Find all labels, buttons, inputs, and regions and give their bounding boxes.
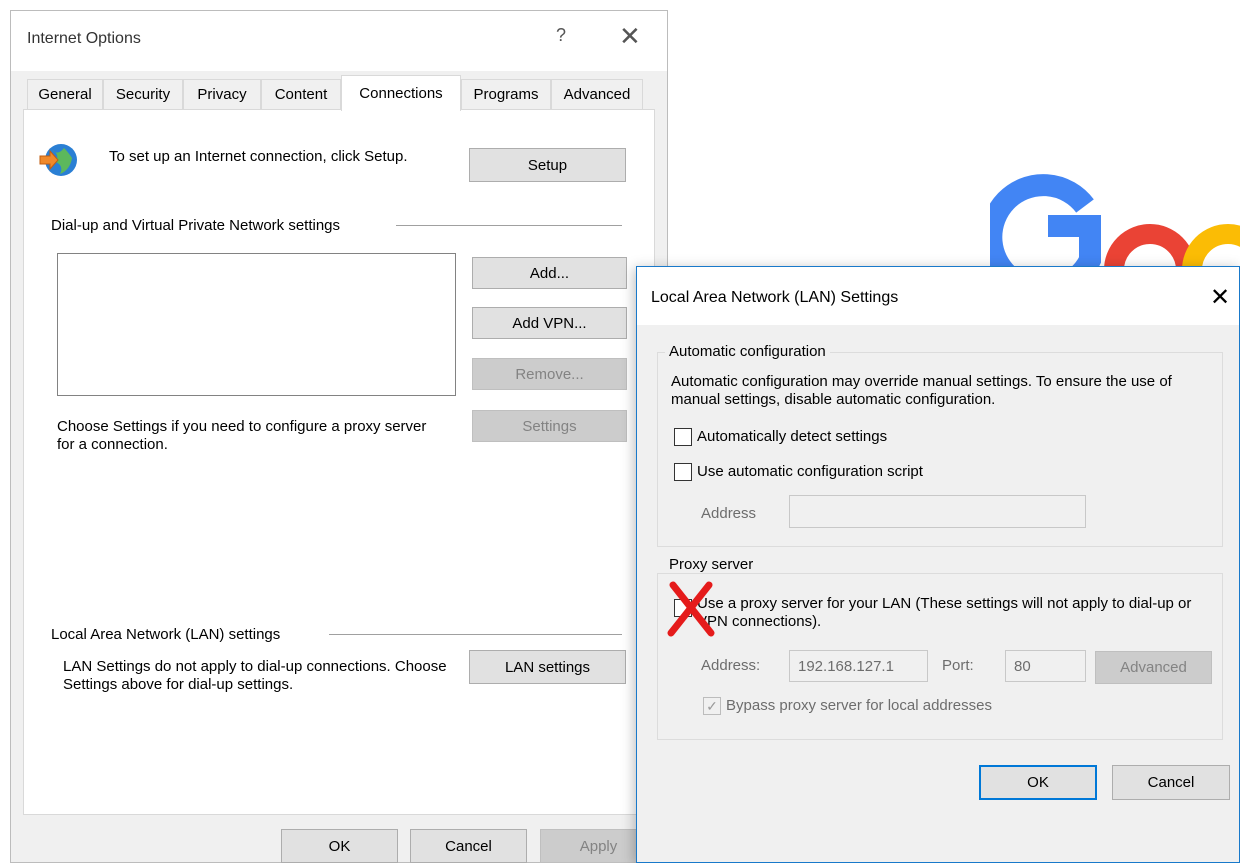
close-icon[interactable]: ✕ — [1210, 283, 1230, 312]
lan-settings-heading: Local Area Network (LAN) settings — [51, 626, 281, 643]
script-address-field[interactable] — [789, 495, 1086, 528]
tab-privacy[interactable]: Privacy — [183, 79, 261, 109]
lan-description: LAN Settings do not apply to dial-up con… — [63, 658, 447, 693]
port-field[interactable]: 80 — [1005, 650, 1086, 682]
connections-list[interactable] — [57, 253, 456, 396]
close-icon[interactable]: ✕ — [619, 21, 641, 52]
auto-script-label: Use automatic configuration script — [697, 463, 923, 480]
auto-detect-label: Automatically detect settings — [697, 428, 888, 445]
port-label: Port: — [942, 657, 974, 674]
proxy-address-label: Address: — [701, 657, 761, 674]
auto-script-checkbox[interactable] — [674, 463, 692, 481]
connections-panel: To set up an Internet connection, click … — [23, 109, 655, 815]
lan-ok-button[interactable]: OK — [979, 765, 1097, 800]
script-address-label: Address — [701, 505, 757, 522]
proxy-server-label: Proxy server — [665, 556, 758, 573]
io-cancel-button[interactable]: Cancel — [410, 829, 527, 863]
io-title-bar: Internet Options ? ✕ — [11, 11, 667, 71]
setup-description: To set up an Internet connection, click … — [109, 148, 408, 165]
auto-config-description: Automatic configuration may override man… — [671, 373, 1172, 408]
lan-settings-dialog: Local Area Network (LAN) Settings ✕ Auto… — [636, 266, 1240, 863]
lan-dialog-title: Local Area Network (LAN) Settings — [651, 289, 899, 306]
globe-icon — [38, 140, 78, 180]
setup-button[interactable]: Setup — [469, 148, 626, 182]
red-x-annotation-icon — [667, 581, 715, 637]
lan-cancel-button[interactable]: Cancel — [1112, 765, 1230, 800]
auto-config-label: Automatic configuration — [665, 343, 830, 360]
add-button[interactable]: Add... — [472, 257, 627, 289]
internet-options-window: Internet Options ? ✕ General Security Pr… — [10, 10, 668, 863]
bypass-label: Bypass proxy server for local addresses — [726, 697, 992, 714]
bypass-checkbox[interactable]: ✓ — [703, 697, 721, 715]
settings-description: Choose Settings if you need to configure… — [57, 418, 427, 453]
use-proxy-label: Use a proxy server for your LAN (These s… — [697, 595, 1192, 630]
dialup-vpn-heading: Dial-up and Virtual Private Network sett… — [51, 217, 341, 234]
google-logo-fragment — [990, 168, 1240, 278]
advanced-button[interactable]: Advanced — [1095, 651, 1212, 684]
tab-connections[interactable]: Connections — [341, 75, 461, 111]
lan-title-bar: Local Area Network (LAN) Settings ✕ — [637, 267, 1239, 325]
proxy-address-field[interactable]: 192.168.127.1 — [789, 650, 928, 682]
auto-detect-checkbox[interactable] — [674, 428, 692, 446]
settings-button[interactable]: Settings — [472, 410, 627, 442]
add-vpn-button[interactable]: Add VPN... — [472, 307, 627, 339]
tab-programs[interactable]: Programs — [461, 79, 551, 109]
io-ok-button[interactable]: OK — [281, 829, 398, 863]
tab-content[interactable]: Content — [261, 79, 341, 109]
remove-button[interactable]: Remove... — [472, 358, 627, 390]
tab-advanced[interactable]: Advanced — [551, 79, 643, 109]
dialup-divider — [396, 225, 622, 226]
io-window-title: Internet Options — [27, 30, 141, 47]
help-icon[interactable]: ? — [556, 25, 566, 46]
tab-security[interactable]: Security — [103, 79, 183, 109]
lan-divider — [329, 634, 622, 635]
tab-general[interactable]: General — [27, 79, 103, 109]
lan-settings-button[interactable]: LAN settings — [469, 650, 626, 684]
